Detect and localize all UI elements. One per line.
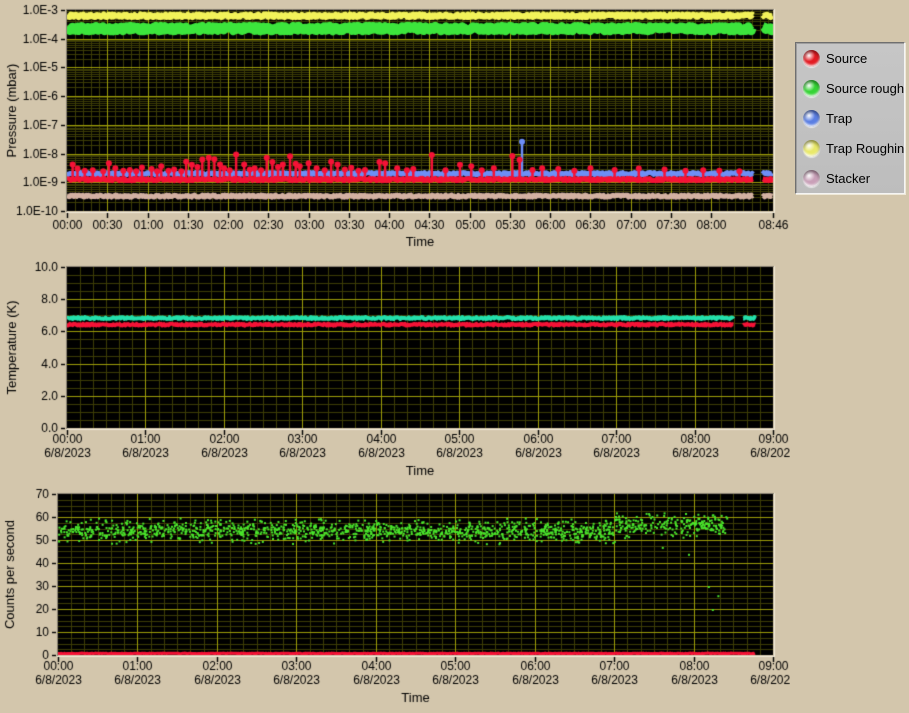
temperature-chart xyxy=(0,255,790,485)
legend-item-stacker[interactable]: Stacker xyxy=(796,163,904,193)
source-led-icon xyxy=(803,49,820,67)
legend-item-source-roughing[interactable]: Source roughing xyxy=(796,73,904,103)
legend-label: Stacker xyxy=(826,170,871,186)
legend-item-trap-roughing[interactable]: Trap Roughing xyxy=(796,133,904,163)
pressure-legend: Source Source roughing Trap Trap Roughin… xyxy=(795,42,905,194)
legend-label: Trap xyxy=(826,110,853,126)
monitoring-dashboard: Source Source roughing Trap Trap Roughin… xyxy=(0,0,909,713)
source-roughing-led-icon xyxy=(803,79,820,97)
trap-roughing-led-icon xyxy=(803,139,820,157)
legend-item-source[interactable]: Source xyxy=(796,43,904,73)
stacker-led-icon xyxy=(803,169,820,187)
legend-label: Trap Roughing xyxy=(826,140,905,156)
counts-chart xyxy=(0,485,790,713)
legend-label: Source roughing xyxy=(826,80,905,96)
trap-led-icon xyxy=(803,109,820,127)
legend-label: Source xyxy=(826,50,868,66)
legend-item-trap[interactable]: Trap xyxy=(796,103,904,133)
pressure-chart xyxy=(0,0,790,255)
